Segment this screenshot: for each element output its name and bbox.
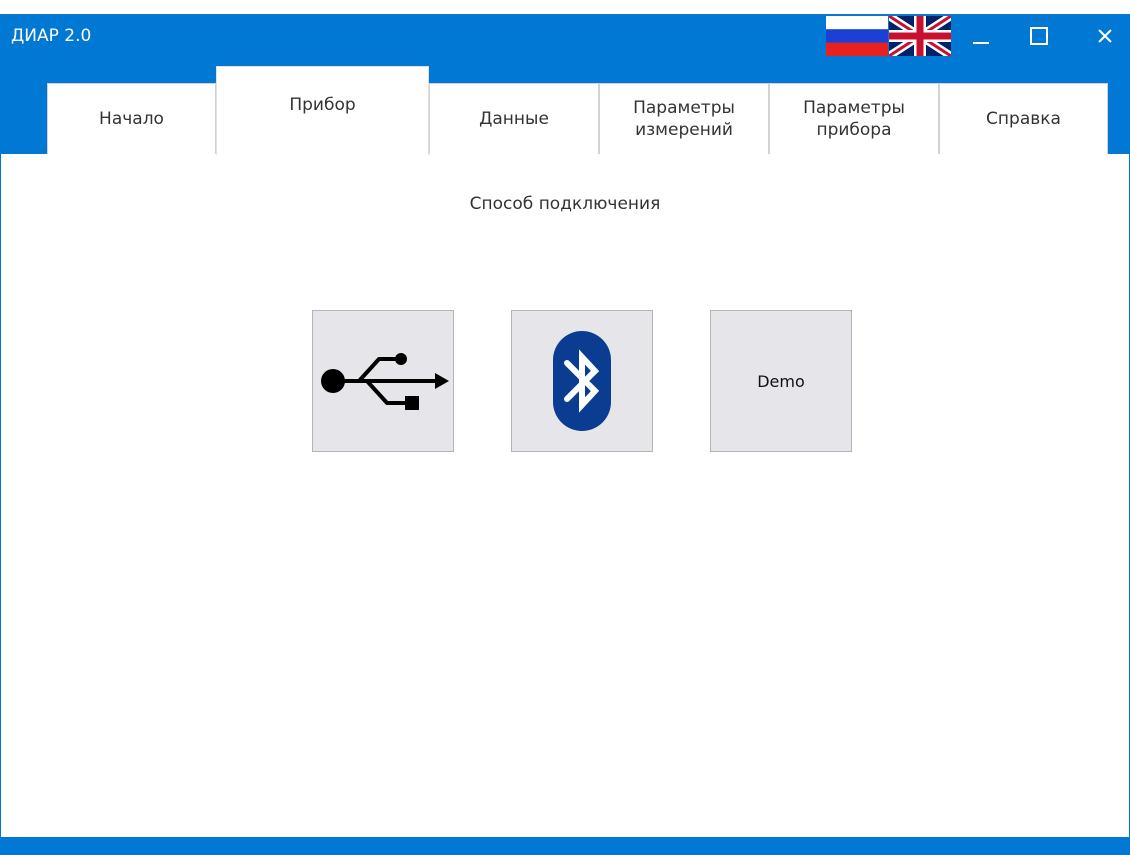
tab-device-params[interactable]: Параметры прибора <box>769 83 939 154</box>
tab-bar: Начало Прибор Данные Параметры измерений… <box>1 14 1129 155</box>
tab-data[interactable]: Данные <box>429 83 599 154</box>
status-bar <box>1 837 1129 855</box>
tab-label: Данные <box>479 109 549 129</box>
demo-connect-button[interactable]: Demo <box>710 310 852 452</box>
section-title: Способ подключения <box>469 194 661 214</box>
tab-start[interactable]: Начало <box>47 83 216 154</box>
tab-help[interactable]: Справка <box>939 83 1108 154</box>
tab-label: Прибор <box>289 95 356 115</box>
usb-icon <box>321 353 449 410</box>
tab-label: Начало <box>99 109 164 129</box>
demo-label: Demo <box>757 371 805 391</box>
tab-measurement-params[interactable]: Параметры измерений <box>599 83 769 154</box>
bluetooth-connect-button[interactable] <box>511 310 653 452</box>
usb-connect-button[interactable] <box>312 310 454 452</box>
tab-label: Справка <box>986 109 1061 129</box>
tab-label: Параметры прибора <box>803 98 905 140</box>
bluetooth-icon <box>553 331 611 431</box>
tab-device[interactable]: Прибор <box>216 66 429 155</box>
tab-label: Параметры измерений <box>633 98 735 140</box>
app-window: ДИАР 2.0 Начало Прибор Данные Параметры … <box>0 12 1130 855</box>
